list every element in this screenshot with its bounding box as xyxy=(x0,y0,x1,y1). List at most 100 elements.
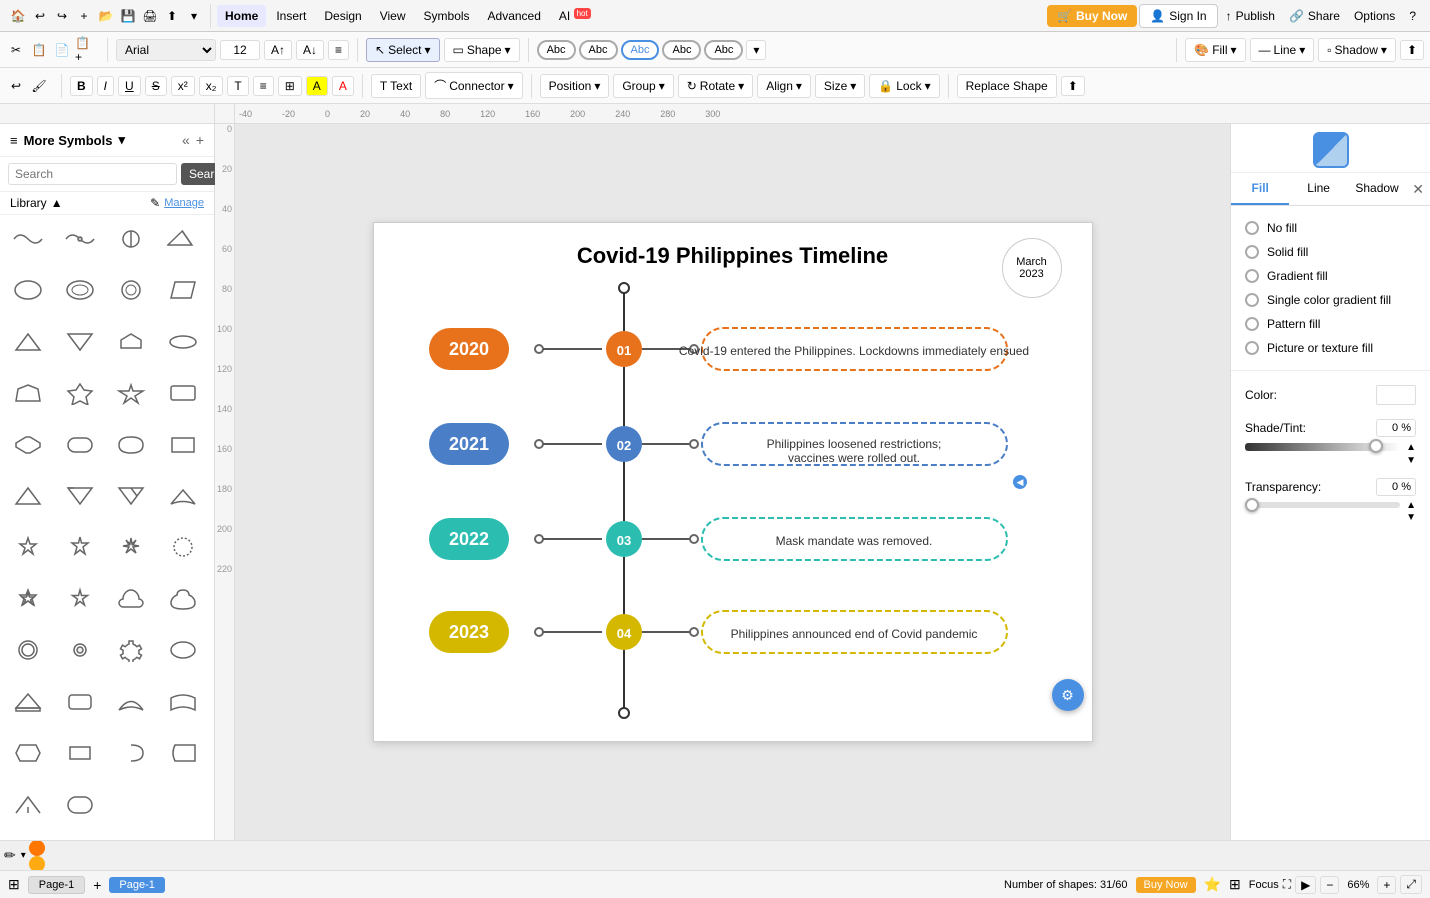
shape-item[interactable] xyxy=(6,221,50,257)
shape-item[interactable] xyxy=(58,684,102,720)
search-input[interactable] xyxy=(8,163,177,185)
cut-icon[interactable]: ✂ xyxy=(6,40,26,60)
shape-item[interactable] xyxy=(6,375,50,411)
style-pill-1[interactable]: Abc xyxy=(537,40,576,60)
connector-tool[interactable]: ⌒ Connector ▾ xyxy=(425,72,522,99)
shape-item[interactable] xyxy=(161,221,205,257)
diagram-float-btn[interactable]: ⚙ xyxy=(1052,679,1084,711)
shape-item[interactable] xyxy=(58,787,102,823)
fullscreen-icon[interactable]: ⛶ xyxy=(1283,877,1291,892)
shape-item[interactable] xyxy=(161,581,205,617)
arrangement-expand[interactable]: ⬆ xyxy=(1061,76,1085,96)
fill-solid[interactable]: Solid fill xyxy=(1241,240,1420,264)
open-btn[interactable]: 📂 xyxy=(96,6,116,26)
shape-item[interactable] xyxy=(6,787,50,823)
subscript-btn[interactable]: x₂ xyxy=(199,76,224,96)
menu-insert[interactable]: Insert xyxy=(268,5,314,27)
align-arrange-btn[interactable]: Align ▾ xyxy=(757,74,811,98)
superscript-btn[interactable]: x² xyxy=(171,76,195,96)
undo-row2[interactable]: ↩ xyxy=(6,76,26,96)
layers-btn[interactable]: ⊞ xyxy=(1229,876,1241,893)
style-pill-3[interactable]: Abc xyxy=(621,40,660,60)
menu-advanced[interactable]: Advanced xyxy=(480,5,549,27)
redo-btn[interactable]: ↪ xyxy=(52,6,72,26)
page-tab-1[interactable]: Page-1 xyxy=(28,876,85,894)
list-style-btn[interactable]: ⊞ xyxy=(278,76,302,96)
shape-item[interactable] xyxy=(161,375,205,411)
font-size-up[interactable]: A↑ xyxy=(264,40,292,60)
shape-item[interactable] xyxy=(109,427,153,463)
paste-special-icon[interactable]: 📋+ xyxy=(75,40,95,60)
style-pill-5[interactable]: Abc xyxy=(704,40,743,60)
shape-item[interactable] xyxy=(58,581,102,617)
status-buy-now[interactable]: Buy Now xyxy=(1136,877,1196,893)
shape-item[interactable] xyxy=(161,324,205,360)
canvas-area[interactable]: ◀ Covid-19 Philippines Timeline March 20… xyxy=(235,124,1230,840)
shape-item[interactable] xyxy=(109,375,153,411)
lock-btn[interactable]: 🔒 Lock ▾ xyxy=(869,74,939,98)
shape-item[interactable] xyxy=(6,272,50,308)
shape-item[interactable] xyxy=(109,221,153,257)
rotate-btn[interactable]: ↻ Rotate ▾ xyxy=(678,74,753,98)
color-dot[interactable] xyxy=(29,856,45,871)
menu-symbols[interactable]: Symbols xyxy=(416,5,478,27)
star-icon[interactable]: ⭐ xyxy=(1204,876,1221,893)
size-btn[interactable]: Size ▾ xyxy=(815,74,865,98)
options-button[interactable]: Options xyxy=(1348,5,1401,27)
shade-thumb[interactable] xyxy=(1369,439,1383,453)
shape-item[interactable] xyxy=(109,324,153,360)
fill-no-fill[interactable]: No fill xyxy=(1241,216,1420,240)
style-pill-4[interactable]: Abc xyxy=(662,40,701,60)
fill-gradient[interactable]: Gradient fill xyxy=(1241,264,1420,288)
shape-item[interactable] xyxy=(6,632,50,668)
right-panel-expand[interactable]: ◀ xyxy=(1012,475,1028,489)
shape-item[interactable] xyxy=(58,735,102,771)
transparency-down[interactable]: ▼ xyxy=(1406,512,1416,523)
sign-in-button[interactable]: 👤 Sign In xyxy=(1139,4,1217,28)
print-btn[interactable]: 🖨 xyxy=(140,6,160,26)
text-tool[interactable]: T Text xyxy=(371,74,421,98)
fill-picture[interactable]: Picture or texture fill xyxy=(1241,336,1420,360)
align-btn[interactable]: ≡ xyxy=(328,40,349,60)
copy-icon[interactable]: 📋 xyxy=(29,40,49,60)
position-btn[interactable]: Position ▾ xyxy=(540,74,610,98)
shape-item[interactable] xyxy=(161,427,205,463)
format-paint[interactable]: 🖌 xyxy=(29,76,49,96)
tab-shadow[interactable]: Shadow xyxy=(1348,173,1406,205)
font-color-btn[interactable]: A xyxy=(332,76,354,96)
tab-line[interactable]: Line xyxy=(1289,173,1347,205)
fit-page-btn[interactable]: ⤢ xyxy=(1400,875,1422,894)
shape-item[interactable] xyxy=(109,684,153,720)
shade-up[interactable]: ▲ xyxy=(1406,442,1416,453)
fill-single-gradient[interactable]: Single color gradient fill xyxy=(1241,288,1420,312)
font-size-down[interactable]: A↓ xyxy=(296,40,324,60)
shape-item[interactable] xyxy=(6,735,50,771)
zoom-out-btn[interactable]: − xyxy=(1320,876,1339,894)
diagram-container[interactable]: Covid-19 Philippines Timeline March 2023 xyxy=(373,222,1093,742)
italic-btn[interactable]: I xyxy=(97,76,114,96)
color-bar-pen[interactable]: ✏ xyxy=(4,847,16,864)
zoom-in-btn[interactable]: + xyxy=(1377,876,1396,894)
new-btn[interactable]: + xyxy=(74,6,94,26)
shape-item[interactable] xyxy=(58,375,102,411)
style-pill-2[interactable]: Abc xyxy=(579,40,618,60)
color-bar-expand[interactable]: ▾ xyxy=(21,850,26,861)
select-tool[interactable]: ↖ Select ▾ xyxy=(366,38,439,62)
shape-tool[interactable]: ▭ Shape ▾ xyxy=(444,38,520,62)
styles-expand[interactable]: ⬆ xyxy=(1400,40,1424,60)
shape-item[interactable] xyxy=(161,735,205,771)
help-button[interactable]: ? xyxy=(1403,5,1422,27)
shape-item[interactable] xyxy=(109,735,153,771)
zoom-play-btn[interactable]: ▶ xyxy=(1295,876,1316,894)
shape-item[interactable] xyxy=(58,632,102,668)
panel-collapse-btn[interactable]: « xyxy=(182,132,190,148)
shape-item[interactable] xyxy=(6,427,50,463)
shape-item[interactable] xyxy=(6,529,50,565)
transparency-value[interactable] xyxy=(1376,478,1416,496)
shape-item[interactable] xyxy=(109,581,153,617)
shape-item[interactable] xyxy=(58,272,102,308)
shape-item[interactable] xyxy=(58,478,102,514)
shape-item[interactable] xyxy=(109,272,153,308)
shape-item[interactable] xyxy=(109,632,153,668)
menu-design[interactable]: Design xyxy=(316,5,369,27)
